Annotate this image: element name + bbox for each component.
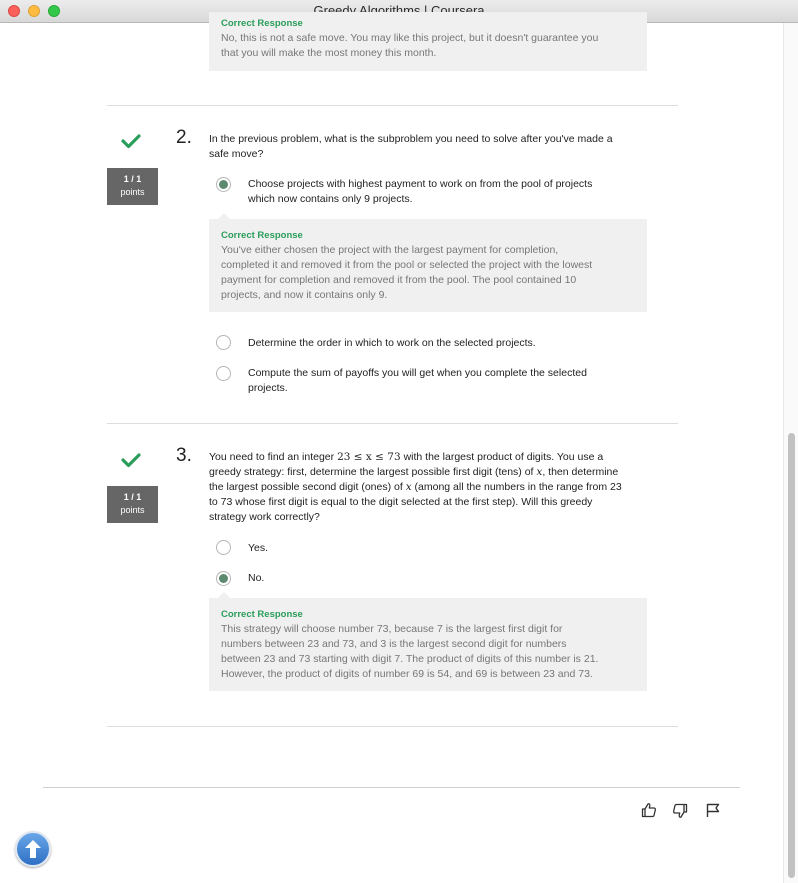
radio-option-yes[interactable] bbox=[216, 540, 231, 555]
option-line: Compute the sum of payoffs you will get … bbox=[248, 367, 587, 379]
question-line: greedy strategy: first, determine the la… bbox=[209, 465, 622, 480]
option-line: Choose projects with highest payment to … bbox=[248, 178, 593, 190]
question-divider bbox=[107, 423, 678, 424]
q2-response-box: Correct Response You've either chosen th… bbox=[209, 219, 647, 312]
text-segment: with the largest product of digits. You … bbox=[400, 451, 604, 463]
radio-option-choose-projects[interactable] bbox=[216, 177, 231, 192]
thumbs-up-icon[interactable] bbox=[641, 802, 657, 821]
question-line: the largest possible second digit (ones)… bbox=[209, 480, 622, 495]
question-line: to 73 whose first digit is equal to the … bbox=[209, 496, 593, 508]
text-segment: (among all the numbers in the range from… bbox=[411, 481, 622, 493]
question-line: You need to find an integer 23 ≤ x ≤ 73 … bbox=[209, 450, 622, 465]
points-score: 1 / 1 bbox=[123, 174, 142, 184]
footer-divider bbox=[43, 787, 740, 788]
question-divider bbox=[107, 105, 678, 106]
q3-response-label: Correct Response bbox=[221, 609, 303, 620]
radio-option-determine-order[interactable] bbox=[216, 335, 231, 350]
q2-response-line: completed it and removed it from the poo… bbox=[221, 259, 593, 271]
q3-response-line: However, the product of digits of number… bbox=[221, 668, 593, 680]
points-badge: 1 / 1 points bbox=[107, 168, 158, 205]
text-segment: the largest possible second digit (ones)… bbox=[209, 481, 406, 493]
question-line: In the previous problem, what is the sub… bbox=[209, 133, 613, 145]
q1-response-label: Correct Response bbox=[221, 18, 303, 29]
checkmark-icon bbox=[121, 133, 141, 154]
page-content: Correct Response No, this is not a safe … bbox=[0, 0, 784, 883]
points-label: points bbox=[120, 505, 145, 515]
math-expression: 23 ≤ x ≤ 73 bbox=[337, 451, 401, 463]
option-label[interactable]: No. bbox=[248, 571, 264, 586]
q2-response-label: Correct Response bbox=[221, 230, 303, 241]
option-line: Determine the order in which to work on … bbox=[248, 337, 536, 349]
flag-icon[interactable] bbox=[705, 802, 721, 821]
thumbs-down-icon[interactable] bbox=[672, 803, 688, 822]
question-divider bbox=[107, 726, 678, 727]
points-label: points bbox=[120, 187, 145, 197]
checkmark-icon bbox=[121, 452, 141, 473]
question-line: strategy work correctly? bbox=[209, 511, 320, 523]
q3-response-line: This strategy will choose number 73, bec… bbox=[221, 623, 563, 635]
question-text: In the previous problem, what is the sub… bbox=[209, 132, 613, 162]
q1-response-line: that you will make the most money this m… bbox=[221, 47, 437, 59]
option-label[interactable]: Compute the sum of payoffs you will get … bbox=[248, 366, 587, 396]
radio-option-no[interactable] bbox=[216, 571, 231, 586]
option-line: projects. bbox=[248, 382, 288, 394]
option-line: which now contains only 9 projects. bbox=[248, 193, 413, 205]
q1-response-line: No, this is not a safe move. You may lik… bbox=[221, 32, 599, 44]
option-label[interactable]: Yes. bbox=[248, 541, 268, 556]
q2-response-line: payment for completion and removed it fr… bbox=[221, 274, 577, 286]
arrow-up-icon bbox=[23, 840, 43, 865]
option-label[interactable]: Determine the order in which to work on … bbox=[248, 336, 536, 351]
q3-response-line: between 23 and 73 starting with digit 7.… bbox=[221, 653, 599, 665]
question-number: 2. bbox=[176, 127, 192, 148]
radio-option-compute-sum[interactable] bbox=[216, 366, 231, 381]
points-score: 1 / 1 bbox=[123, 492, 142, 502]
scrollbar-thumb[interactable] bbox=[788, 433, 795, 878]
question-line: safe move? bbox=[209, 148, 264, 160]
text-segment: , then determine bbox=[542, 466, 619, 478]
q2-response-line: You've either chosen the project with th… bbox=[221, 244, 559, 256]
text-segment: You need to find an integer bbox=[209, 451, 338, 463]
question-number: 3. bbox=[176, 445, 192, 466]
q3-response-line: numbers between 23 and 73, and 3 is the … bbox=[221, 638, 567, 650]
q1-response-box: Correct Response No, this is not a safe … bbox=[209, 12, 647, 71]
option-label[interactable]: Choose projects with highest payment to … bbox=[248, 177, 592, 207]
text-segment: greedy strategy: first, determine the la… bbox=[209, 466, 537, 478]
scroll-to-top-button[interactable] bbox=[15, 831, 51, 867]
q3-response-box: Correct Response This strategy will choo… bbox=[209, 598, 647, 691]
q2-response-line: projects, and now it contains only 9. bbox=[221, 289, 388, 301]
points-badge: 1 / 1 points bbox=[107, 486, 158, 523]
question-text: You need to find an integer 23 ≤ x ≤ 73 … bbox=[209, 450, 622, 525]
